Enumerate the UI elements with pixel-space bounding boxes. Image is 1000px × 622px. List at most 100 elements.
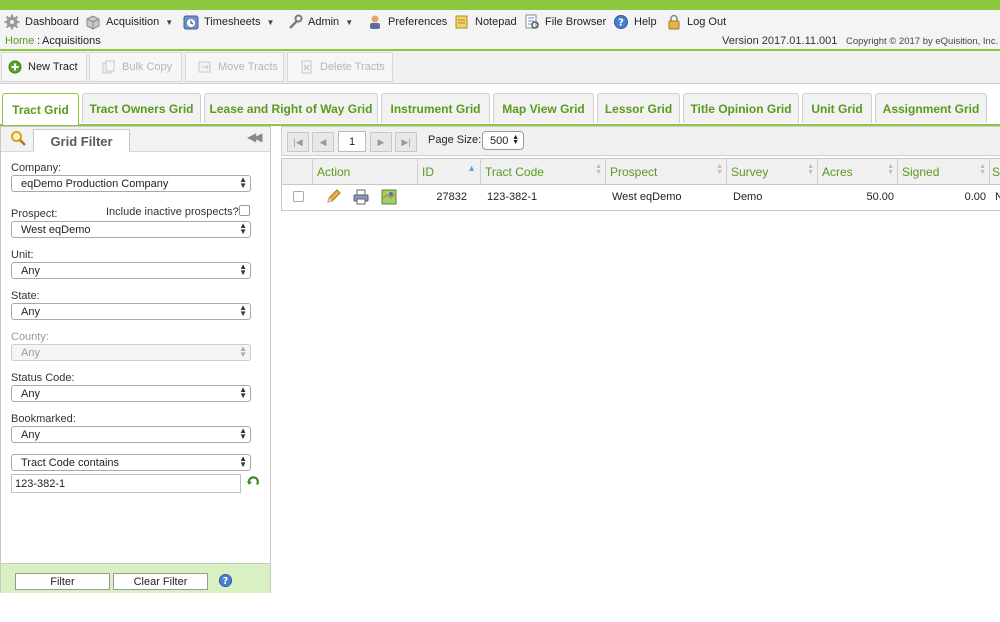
- menu-notepad[interactable]: Notepad: [454, 14, 517, 30]
- main-menu: Dashboard Acquisition ▼ Timesheets ▼ Adm…: [0, 10, 1000, 34]
- column-header-acres[interactable]: Acres ▲ ▼: [818, 159, 898, 184]
- page-size-value: 500: [490, 134, 509, 147]
- column-header-signed[interactable]: Signed ▲ ▼: [898, 159, 990, 184]
- tab-lessor-grid[interactable]: Lessor Grid: [597, 93, 680, 123]
- svg-text:?: ?: [618, 18, 624, 29]
- state-select[interactable]: Any ▲ ▼: [11, 303, 251, 320]
- filter-panel-footer: Filter Clear Filter ?: [1, 563, 270, 593]
- menu-admin[interactable]: Admin ▼: [287, 14, 353, 30]
- sort-icon: ▲ ▼: [595, 163, 602, 176]
- tab-instrument-grid[interactable]: Instrument Grid: [381, 93, 490, 123]
- column-header-tract-code[interactable]: Tract Code ▲ ▼: [481, 159, 606, 184]
- status-code-select-value: Any: [21, 387, 40, 400]
- company-label: Company:: [11, 162, 62, 174]
- help-icon[interactable]: ?: [218, 573, 233, 588]
- column-header-id[interactable]: ID ▲: [418, 159, 481, 184]
- search-field-select[interactable]: Tract Code contains ▲ ▼: [11, 454, 251, 471]
- column-header-action[interactable]: Action: [313, 159, 418, 184]
- select-all-header: [282, 159, 313, 184]
- menu-acquisition[interactable]: Acquisition ▼: [85, 14, 173, 30]
- select-arrows-icon: ▲ ▼: [239, 262, 247, 277]
- column-header-signed-label: Signed: [902, 164, 940, 179]
- svg-text:?: ?: [223, 576, 228, 587]
- page-number-input[interactable]: 1: [338, 131, 366, 152]
- chevron-down-icon: ▼: [345, 17, 354, 27]
- previous-page-button[interactable]: ◀: [312, 132, 334, 152]
- tab-lease-right-of-way-grid[interactable]: Lease and Right of Way Grid: [204, 93, 378, 123]
- cell-survey: Demo: [733, 190, 763, 203]
- search-input[interactable]: 123-382-1: [11, 474, 241, 493]
- sort-ascending-icon: ▲: [467, 163, 476, 173]
- tab-map-view-grid[interactable]: Map View Grid: [493, 93, 594, 123]
- tab-title-opinion-grid[interactable]: Title Opinion Grid: [683, 93, 799, 123]
- menu-preferences-label: Preferences: [388, 16, 448, 28]
- add-icon: [8, 60, 22, 74]
- table-row[interactable]: 27832 123-382-1 West eqDemo Demo 50.00 0…: [282, 184, 1000, 209]
- tab-assignment-grid[interactable]: Assignment Grid: [875, 93, 987, 123]
- breadcrumb: Home : Acquisitions Version 2017.01.11.0…: [0, 34, 1000, 51]
- status-code-label: Status Code:: [11, 372, 75, 384]
- next-page-button[interactable]: ▶: [370, 132, 392, 152]
- bulk-copy-button[interactable]: Bulk Copy: [89, 52, 182, 82]
- map-icon[interactable]: [381, 189, 397, 205]
- file-browser-icon: [525, 14, 539, 29]
- sort-icon: ▲ ▼: [807, 163, 814, 176]
- delete-tracts-button[interactable]: Delete Tracts: [287, 52, 393, 82]
- page-size-select[interactable]: 500 ▲ ▼: [482, 131, 524, 150]
- bookmarked-select[interactable]: Any ▲ ▼: [11, 426, 251, 443]
- select-arrows-icon: ▲ ▼: [239, 221, 247, 236]
- prospect-select[interactable]: West eqDemo ▲ ▼: [11, 221, 251, 238]
- sort-icon: ▲ ▼: [979, 163, 986, 176]
- company-select[interactable]: eqDemo Production Company ▲ ▼: [11, 175, 251, 192]
- breadcrumb-home-link[interactable]: Home: [5, 35, 34, 47]
- unit-select[interactable]: Any ▲ ▼: [11, 262, 251, 279]
- move-tracts-button[interactable]: Move Tracts: [185, 52, 284, 82]
- version-text: Version 2017.01.11.001: [722, 35, 838, 47]
- prospect-label: Prospect:: [11, 208, 58, 220]
- column-header-tract-code-label: Tract Code: [485, 164, 544, 179]
- tab-tract-owners-grid[interactable]: Tract Owners Grid: [82, 93, 201, 123]
- collapse-panel-icon[interactable]: ◀◀: [247, 130, 263, 144]
- bookmarked-select-value: Any: [21, 428, 40, 441]
- action-toolbar: New Tract Bulk Copy Move Tracts Delete T…: [0, 51, 1000, 84]
- row-select-checkbox[interactable]: [293, 184, 304, 209]
- status-code-select[interactable]: Any ▲ ▼: [11, 385, 251, 402]
- column-header-truncated[interactable]: S: [990, 159, 1000, 184]
- last-page-button[interactable]: ▶|: [395, 132, 417, 152]
- clear-filter-button[interactable]: Clear Filter: [113, 573, 208, 590]
- column-header-id-label: ID: [422, 164, 434, 179]
- notepad-icon: [455, 15, 468, 29]
- column-header-prospect[interactable]: Prospect ▲ ▼: [606, 159, 727, 184]
- column-header-acres-label: Acres: [822, 164, 853, 179]
- tab-tract-grid[interactable]: Tract Grid: [2, 93, 79, 125]
- menu-preferences[interactable]: Preferences: [367, 14, 447, 30]
- new-tract-button[interactable]: New Tract: [1, 52, 87, 82]
- new-tract-label: New Tract: [28, 61, 78, 73]
- select-arrows-icon: ▲ ▼: [239, 303, 247, 318]
- state-select-value: Any: [21, 305, 40, 318]
- menu-file-browser[interactable]: File Browser: [524, 14, 606, 30]
- gear-icon: [4, 14, 20, 30]
- filter-button[interactable]: Filter: [15, 573, 110, 590]
- unit-label: Unit:: [11, 249, 34, 261]
- include-inactive-checkbox[interactable]: [239, 205, 250, 216]
- column-header-survey[interactable]: Survey ▲ ▼: [727, 159, 818, 184]
- menu-acquisition-label: Acquisition: [106, 16, 160, 28]
- menu-timesheets[interactable]: Timesheets ▼: [183, 14, 274, 30]
- cell-acres: 50.00: [866, 190, 894, 203]
- menu-log-out-label: Log Out: [687, 16, 727, 28]
- tab-unit-grid[interactable]: Unit Grid: [802, 93, 872, 123]
- menu-log-out[interactable]: Log Out: [666, 14, 726, 30]
- apply-search-icon[interactable]: [246, 475, 261, 490]
- menu-notepad-label: Notepad: [475, 16, 517, 28]
- menu-help[interactable]: ? Help: [613, 14, 657, 30]
- copy-icon: [102, 60, 115, 74]
- grid-tabs: Tract Grid Tract Owners Grid Lease and R…: [0, 88, 1000, 126]
- chevron-down-icon: ▼: [165, 17, 174, 27]
- move-tracts-label: Move Tracts: [218, 61, 278, 73]
- first-page-button[interactable]: |◀: [287, 132, 309, 152]
- search-icon: [11, 131, 26, 146]
- menu-dashboard[interactable]: Dashboard: [4, 14, 79, 30]
- edit-pencil-icon[interactable]: [325, 189, 341, 205]
- print-icon[interactable]: [353, 189, 369, 205]
